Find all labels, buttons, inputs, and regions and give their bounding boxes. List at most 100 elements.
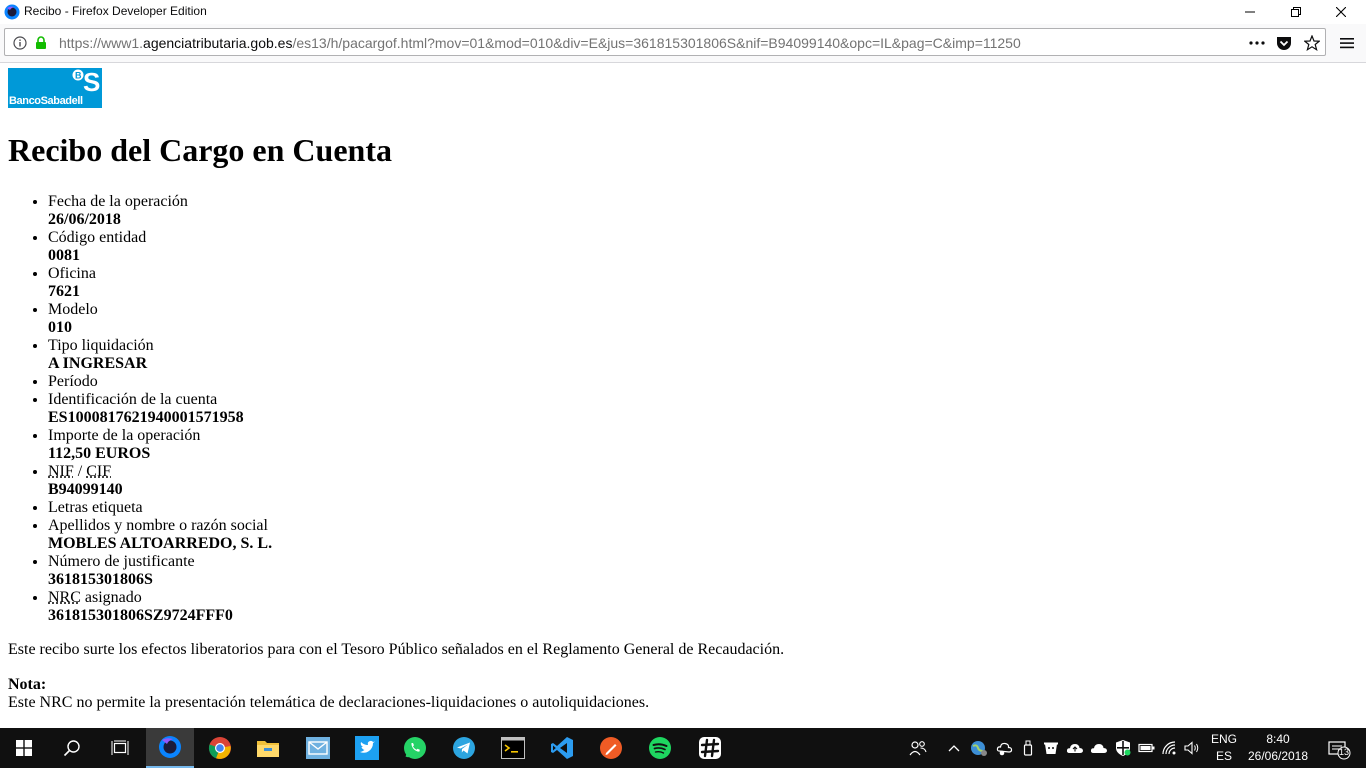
field-label-separator: / <box>73 463 87 480</box>
field-label: Tipo liquidación <box>48 337 154 354</box>
hamburger-menu-icon <box>1340 38 1354 49</box>
field-oficina: Oficina 7621 <box>48 265 272 301</box>
restore-button[interactable] <box>1273 0 1319 24</box>
usb-drive-icon <box>1023 740 1033 756</box>
globe-icon <box>971 741 987 756</box>
battery-charging-icon <box>1138 743 1155 753</box>
speaker-icon <box>1184 741 1199 755</box>
vscode-icon <box>551 737 573 759</box>
url-bar[interactable]: https://www1.agenciatributaria.gob.es/es… <box>4 28 1326 56</box>
restore-icon <box>1291 7 1301 17</box>
tray-network[interactable] <box>1159 728 1181 768</box>
logo-text: BancoSabadell <box>9 95 83 107</box>
sabadell-s-emblem: B S <box>72 68 100 96</box>
field-label: Identificación de la cuenta <box>48 391 218 408</box>
task-view-icon <box>111 740 129 755</box>
search-button[interactable] <box>48 728 96 768</box>
field-value: 361815301806SZ9724FFF0 <box>48 607 233 624</box>
field-label: Fecha de la operación <box>48 193 188 210</box>
field-letras-etiqueta: Letras etiqueta <box>48 499 272 517</box>
field-numero-justificante: Número de justificante 361815301806S <box>48 553 272 589</box>
tray-usb-device[interactable] <box>1018 728 1038 768</box>
nota-label: Nota: <box>8 676 47 693</box>
field-value: MOBLES ALTOARREDO, S. L. <box>48 535 273 552</box>
tray-windows-defender[interactable] <box>1112 728 1134 768</box>
input-language-indicator[interactable]: ENG ES <box>1204 731 1244 765</box>
field-value: 26/06/2018 <box>48 211 121 228</box>
tray-onedrive-personal[interactable] <box>1064 728 1086 768</box>
close-button[interactable] <box>1318 0 1364 24</box>
field-value: 112,50 EUROS <box>48 445 151 462</box>
taskbar-mail[interactable] <box>294 728 342 768</box>
taskbar-telegram[interactable] <box>440 728 488 768</box>
field-importe-operacion: Importe de la operación 112,50 EUROS <box>48 427 272 463</box>
telegram-icon <box>453 737 475 759</box>
clock-date: 26/06/2018 <box>1247 749 1309 763</box>
bookmark-star-icon[interactable] <box>1303 34 1321 52</box>
page-content: B S BancoSabadell Recibo del Cargo en Cu… <box>0 63 1366 728</box>
legal-notice: Este recibo surte los efectos liberatori… <box>8 641 785 658</box>
wifi-icon <box>1162 741 1176 755</box>
field-periodo: Período <box>48 373 272 391</box>
tray-onedrive-business[interactable] <box>1088 728 1110 768</box>
field-label: Período <box>48 373 98 390</box>
url-text[interactable]: https://www1.agenciatributaria.gob.es/es… <box>59 35 1021 51</box>
field-value: 0081 <box>48 247 80 264</box>
svg-text:S: S <box>83 68 100 96</box>
task-view-button[interactable] <box>96 728 144 768</box>
open-menu-button[interactable] <box>1336 29 1358 57</box>
start-button[interactable] <box>0 728 48 768</box>
action-center-button[interactable]: 13 <box>1318 728 1358 768</box>
pocket-icon[interactable] <box>1275 34 1293 52</box>
taskbar-postman[interactable] <box>587 728 635 768</box>
show-hidden-icons-button[interactable] <box>943 728 965 768</box>
banco-sabadell-logo: B S BancoSabadell <box>8 68 102 108</box>
site-info-icon[interactable] <box>11 34 29 52</box>
taskbar-slack[interactable] <box>686 728 734 768</box>
taskbar-spotify[interactable] <box>636 728 684 768</box>
slack-icon <box>699 737 721 759</box>
tray-app-cloud-storage[interactable] <box>993 728 1017 768</box>
shield-icon <box>1116 740 1131 756</box>
bucket-icon <box>1044 742 1058 754</box>
abbr-cif: CIF <box>86 463 112 480</box>
field-razon-social: Apellidos y nombre o razón social MOBLES… <box>48 517 272 553</box>
taskbar-file-explorer[interactable] <box>244 728 292 768</box>
language-code: ENG <box>1210 732 1237 746</box>
windows-taskbar: ENG ES 8:40 26/06/2018 13 <box>0 728 1366 768</box>
field-nrc-asignado: NRC asignado 361815301806SZ9724FFF0 <box>48 589 272 625</box>
tray-battery[interactable] <box>1136 728 1158 768</box>
taskbar-firefox-developer[interactable] <box>146 728 194 768</box>
svg-text:B: B <box>75 71 82 81</box>
field-fecha-operacion: Fecha de la operación 26/06/2018 <box>48 193 272 229</box>
field-value: 7621 <box>48 283 80 300</box>
field-value: ES1000817621940001571958 <box>48 409 244 426</box>
firefox-developer-edition-icon <box>4 4 20 20</box>
taskbar-vscode[interactable] <box>538 728 586 768</box>
spotify-icon <box>649 737 671 759</box>
people-button[interactable] <box>905 728 931 768</box>
chevron-up-icon <box>948 745 960 752</box>
tray-app-globe[interactable] <box>968 728 990 768</box>
tray-app-bucket[interactable] <box>1040 728 1062 768</box>
cloud-upload-icon <box>1066 744 1083 753</box>
taskbar-whatsapp[interactable] <box>391 728 439 768</box>
field-label: Código entidad <box>48 229 147 246</box>
url-path: /es13/h/pacargof.html?mov=01&mod=010&div… <box>292 35 1021 51</box>
navigation-toolbar: https://www1.agenciatributaria.gob.es/es… <box>0 24 1366 63</box>
taskbar-chrome[interactable] <box>196 728 244 768</box>
taskbar-terminal[interactable] <box>489 728 537 768</box>
field-label: Apellidos y nombre o razón social <box>48 517 268 534</box>
cloud-icon <box>1090 744 1107 753</box>
window-title: Recibo - Firefox Developer Edition <box>24 4 207 18</box>
clock[interactable]: 8:40 26/06/2018 <box>1244 731 1312 765</box>
taskbar-twitter[interactable] <box>343 728 391 768</box>
page-actions-icon[interactable] <box>1248 34 1266 52</box>
minimize-button[interactable] <box>1227 0 1273 24</box>
abbr-nif: NIF <box>48 463 74 480</box>
tray-volume[interactable] <box>1182 728 1204 768</box>
search-icon <box>63 740 80 757</box>
secure-lock-icon[interactable] <box>32 34 50 52</box>
url-prefix: https://www1. <box>59 35 144 51</box>
field-nif-cif: NIF / CIF B94099140 <box>48 463 272 499</box>
